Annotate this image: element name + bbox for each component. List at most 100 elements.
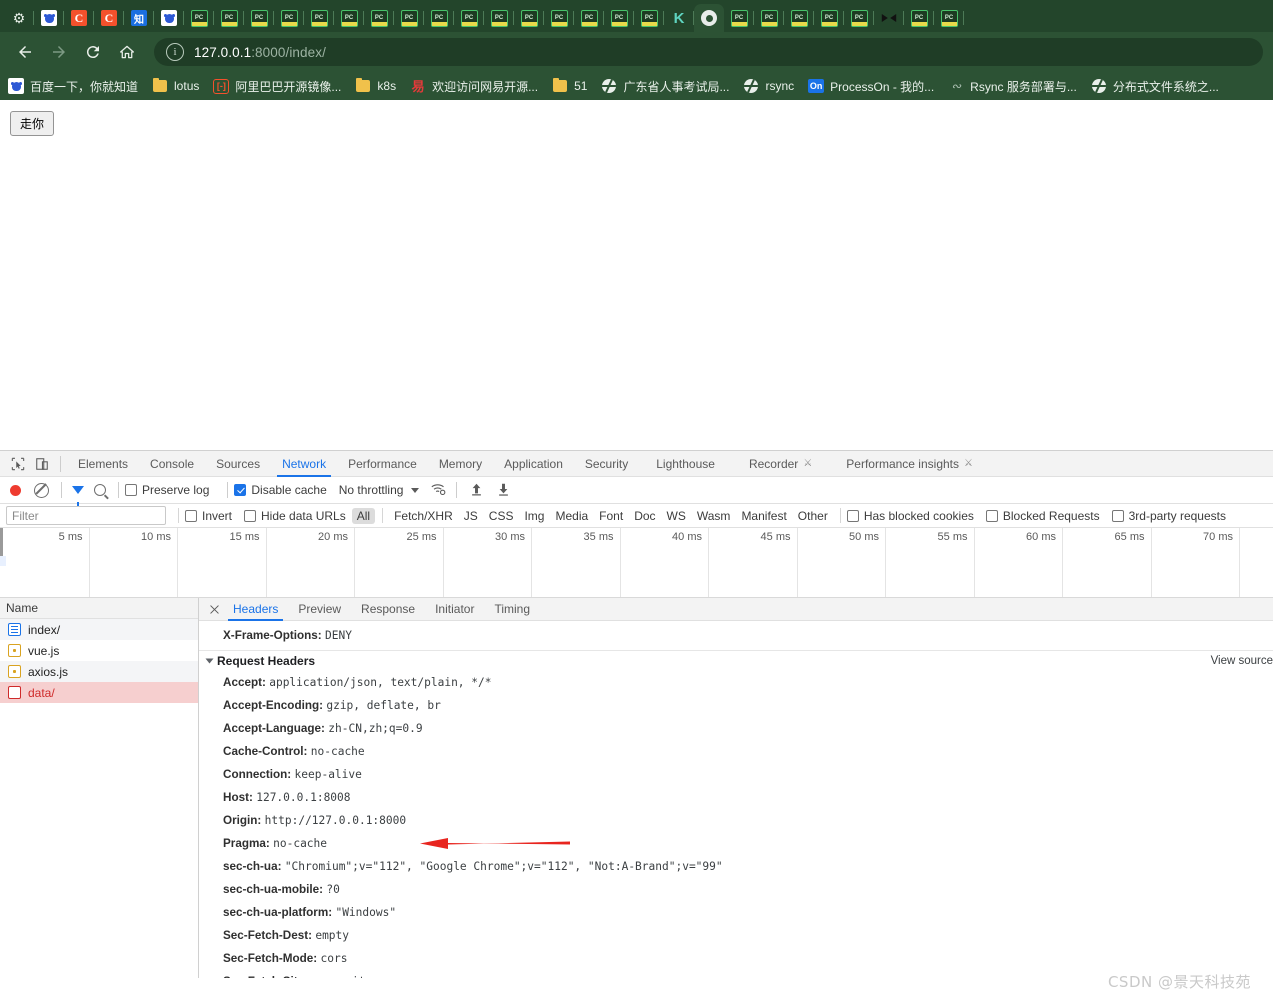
- bookmark-item[interactable]: rsync: [743, 78, 794, 94]
- filter-type-ws[interactable]: WS: [662, 508, 691, 524]
- bookmark-item[interactable]: k8s: [355, 77, 396, 94]
- bookmarks-bar[interactable]: 百度一下，你就知道 lotus [-] 阿里巴巴开源镜像... k8s 易欢迎访问网易开源…: [0, 72, 1273, 100]
- network-filter-bar[interactable]: Invert Hide data URLs All Fetch/XHR JS CSS I…: [0, 504, 1273, 528]
- bookmark-item[interactable]: 广东省人事考试局...: [601, 78, 729, 95]
- go-button[interactable]: 走你: [10, 111, 55, 136]
- browser-tab[interactable]: PC: [364, 4, 394, 32]
- filter-type-doc[interactable]: Doc: [629, 508, 660, 524]
- forward-button[interactable]: [44, 37, 74, 67]
- toggle-device-toolbar-button[interactable]: [30, 453, 54, 475]
- filter-type-img[interactable]: Img: [519, 508, 549, 524]
- network-toolbar[interactable]: Preserve log Disable cache No throttling: [0, 477, 1273, 506]
- filter-type-wasm[interactable]: Wasm: [692, 508, 736, 524]
- filter-type-font[interactable]: Font: [594, 508, 628, 524]
- hide-data-urls-box[interactable]: [244, 509, 257, 522]
- devtools-tab-security[interactable]: Security: [574, 451, 639, 477]
- devtools-tab-recorder[interactable]: Recorder ⚔: [732, 451, 829, 477]
- request-list-header[interactable]: Name: [0, 598, 198, 619]
- request-list[interactable]: Name index/vue.js axios.js data/: [0, 598, 199, 978]
- devtools-tab-lighthouse[interactable]: Lighthouse: [639, 451, 732, 477]
- view-source-link[interactable]: View source: [1211, 655, 1273, 667]
- browser-tab[interactable]: K: [664, 4, 694, 32]
- export-har-button[interactable]: [497, 482, 510, 499]
- filter-type-other[interactable]: Other: [793, 508, 833, 524]
- preserve-log-checkbox[interactable]: Preserve log: [125, 483, 209, 497]
- browser-tab[interactable]: PC: [244, 4, 274, 32]
- browser-tab[interactable]: [874, 4, 904, 32]
- detail-tab-bar[interactable]: Headers Preview Response Initiator Timing: [199, 598, 1273, 621]
- bookmark-item[interactable]: ∾ Rsync 服务部署与...: [948, 78, 1077, 95]
- search-icon[interactable]: [94, 484, 106, 496]
- filter-type-css[interactable]: CSS: [484, 508, 519, 524]
- browser-tab[interactable]: ⚙: [4, 4, 34, 32]
- blocked-requests-checkbox[interactable]: Blocked Requests: [985, 509, 1100, 523]
- home-button[interactable]: [112, 37, 142, 67]
- devtools-tab-bar[interactable]: Elements Console Sources Network Performance…: [0, 451, 1273, 477]
- bookmark-item[interactable]: [-] 阿里巴巴开源镜像...: [213, 78, 341, 95]
- devtools-tab-network[interactable]: Network: [271, 451, 337, 477]
- detail-tab-preview[interactable]: Preview: [288, 598, 351, 621]
- browser-tab[interactable]: PC: [424, 4, 454, 32]
- browser-tab[interactable]: PC: [184, 4, 214, 32]
- timeline-left-handle[interactable]: [0, 528, 3, 556]
- request-row[interactable]: vue.js: [0, 640, 198, 661]
- network-overview-timeline[interactable]: 5 ms 10 ms 15 ms 20 ms 25 ms 30 ms 35 ms 40 ms 4…: [0, 528, 1273, 598]
- chevron-down-icon[interactable]: [411, 487, 420, 493]
- browser-tab[interactable]: PC: [814, 4, 844, 32]
- filter-type-manifest[interactable]: Manifest: [736, 508, 791, 524]
- bookmark-item[interactable]: 51: [552, 77, 587, 94]
- disable-cache-box[interactable]: [234, 484, 247, 496]
- chevron-down-icon[interactable]: [205, 658, 214, 664]
- browser-tab[interactable]: PC: [514, 4, 544, 32]
- devtools-tab-memory[interactable]: Memory: [428, 451, 493, 477]
- browser-tab[interactable]: PC: [604, 4, 634, 32]
- bookmark-item[interactable]: 分布式文件系统之...: [1091, 78, 1219, 95]
- browser-tab[interactable]: PC: [784, 4, 814, 32]
- back-button[interactable]: [10, 37, 40, 67]
- devtools-tab-performance[interactable]: Performance: [337, 451, 428, 477]
- filter-toggle-icon[interactable]: [72, 486, 84, 506]
- browser-tab[interactable]: C: [94, 4, 124, 32]
- record-button[interactable]: [10, 484, 21, 496]
- browser-tab[interactable]: PC: [904, 4, 934, 32]
- tab-strip[interactable]: ⚙ C C 知 PC PC PC PC PC PC PC PC PC PC PC PC PC PC PC PC K PC P…: [0, 0, 1273, 32]
- address-bar[interactable]: i 127.0.0.1:8000/index/: [154, 38, 1263, 66]
- site-info-icon[interactable]: i: [166, 43, 184, 61]
- detail-tab-initiator[interactable]: Initiator: [425, 598, 484, 621]
- bookmark-item[interactable]: 百度一下，你就知道: [8, 78, 138, 95]
- has-blocked-cookies-box[interactable]: [846, 509, 859, 522]
- browser-tab[interactable]: 知: [124, 4, 154, 32]
- devtools-tab-sources[interactable]: Sources: [205, 451, 271, 477]
- has-blocked-cookies-checkbox[interactable]: Has blocked cookies: [846, 509, 974, 523]
- request-row[interactable]: data/: [0, 682, 198, 703]
- hide-data-urls-checkbox[interactable]: Hide data URLs: [244, 509, 346, 523]
- browser-tab[interactable]: PC: [544, 4, 574, 32]
- third-party-box[interactable]: [1111, 509, 1124, 522]
- browser-tab[interactable]: PC: [844, 4, 874, 32]
- devtools-tab-console[interactable]: Console: [139, 451, 205, 477]
- bookmark-item[interactable]: lotus: [152, 77, 199, 94]
- detail-tab-timing[interactable]: Timing: [484, 598, 540, 621]
- detail-tab-response[interactable]: Response: [351, 598, 425, 621]
- reload-button[interactable]: [78, 37, 108, 67]
- browser-tab[interactable]: PC: [754, 4, 784, 32]
- browser-tab[interactable]: PC: [574, 4, 604, 32]
- inspect-element-button[interactable]: [6, 453, 30, 475]
- throttling-select[interactable]: No throttling: [339, 483, 404, 497]
- browser-tab[interactable]: PC: [214, 4, 244, 32]
- browser-tab[interactable]: PC: [394, 4, 424, 32]
- disable-cache-checkbox[interactable]: Disable cache: [234, 483, 327, 497]
- bookmark-item[interactable]: On ProcessOn - 我的...: [808, 78, 934, 95]
- browser-tab[interactable]: [34, 4, 64, 32]
- browser-tab[interactable]: PC: [274, 4, 304, 32]
- filter-type-media[interactable]: Media: [550, 508, 593, 524]
- browser-tab[interactable]: C: [64, 4, 94, 32]
- detail-tab-headers[interactable]: Headers: [223, 598, 288, 621]
- request-row[interactable]: axios.js: [0, 661, 198, 682]
- network-conditions-button[interactable]: [431, 482, 446, 499]
- browser-tab[interactable]: PC: [304, 4, 334, 32]
- blocked-requests-box[interactable]: [985, 509, 998, 522]
- filter-type-fetch-xhr[interactable]: Fetch/XHR: [389, 508, 458, 524]
- third-party-requests-checkbox[interactable]: 3rd-party requests: [1111, 509, 1226, 523]
- close-detail-button[interactable]: [205, 600, 223, 618]
